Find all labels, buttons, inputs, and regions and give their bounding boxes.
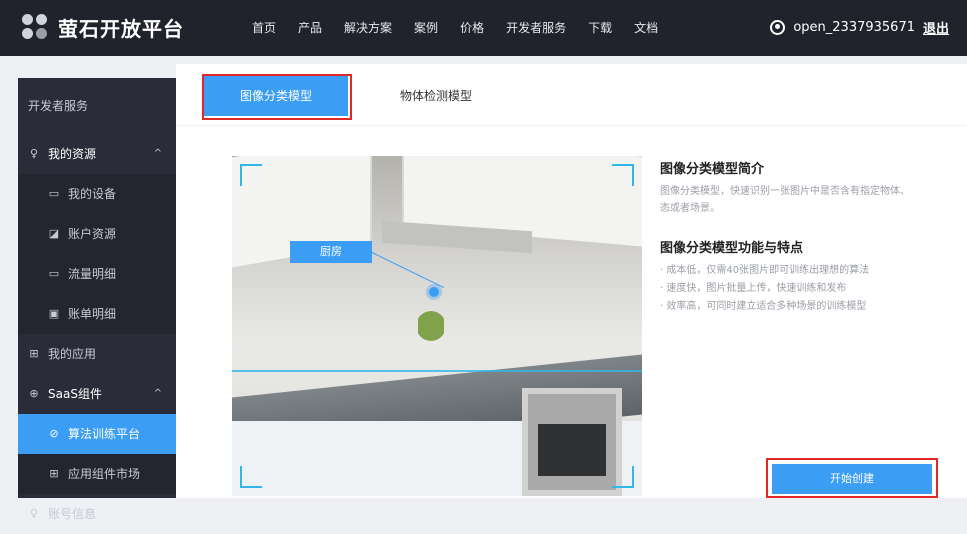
sidebar-item-algorithm-training[interactable]: ⊘ 算法训练平台 (18, 414, 176, 454)
logo-icon (20, 12, 50, 42)
caret-up-icon: ^ (153, 388, 162, 399)
features-title: 图像分类模型功能与特点 (660, 241, 804, 256)
brand-logo[interactable]: 萤石开放平台 (20, 12, 184, 42)
feature-item: · 速度快，图片批量上传，快速训练和发布 (660, 283, 847, 294)
sidebar-item-my-apps[interactable]: ⊞ 我的应用 (18, 334, 176, 374)
start-create-button[interactable]: 开始创建 (772, 464, 932, 494)
sidebar-item-label: 我的资源 (48, 147, 97, 161)
sidebar-item-my-devices[interactable]: ▭ 我的设备 (18, 174, 176, 214)
sidebar-item-bill-details[interactable]: ▣ 账单明细 (18, 294, 176, 334)
main-panel: 图像分类模型 物体检测模型 厨房 图像分类模型简介 图像分类模型，快速识别一张图… (176, 64, 967, 498)
sidebar-item-component-market[interactable]: ⊞ 应用组件市场 (18, 454, 176, 494)
intro-description: 图像分类模型，快速识别一张图片中是否含有指定物体、 态或者场景。 (660, 183, 967, 217)
sidebar-item-saas-components[interactable]: ⊕ SaaS组件 ^ (18, 374, 176, 414)
check-circle-icon: ⊘ (49, 427, 59, 440)
sidebar-title: 开发者服务 (28, 99, 89, 113)
globe-icon: ⊕ (29, 387, 39, 400)
sidebar-item-label: 我的应用 (48, 347, 97, 361)
sidebar-item-label: 算法训练平台 (68, 427, 141, 441)
tab-image-classification[interactable]: 图像分类模型 (204, 76, 348, 116)
top-navbar: 萤石开放平台 首页 产品 解决方案 案例 价格 开发者服务 下载 文档 open… (0, 0, 967, 56)
nav-download[interactable]: 下载 (588, 19, 612, 36)
sidebar-item-account-info[interactable]: ♀ 账号信息 (18, 494, 176, 534)
nav-cases[interactable]: 案例 (414, 19, 438, 36)
user-area: open_2337935671 退出 (770, 18, 949, 37)
grid-icon: ⊞ (49, 467, 59, 480)
monitor-icon: ▭ (48, 267, 60, 280)
target-dot (429, 287, 439, 297)
username[interactable]: open_2337935671 (793, 20, 915, 35)
content-area: 厨房 图像分类模型简介 图像分类模型，快速识别一张图片中是否含有指定物体、 态或… (204, 142, 967, 498)
grid-icon: ⊞ (29, 347, 39, 360)
caret-up-icon: ^ (153, 148, 162, 159)
sidebar-item-label: 我的设备 (68, 187, 117, 201)
sidebar-item-my-resources[interactable]: ♀ 我的资源 ^ (18, 134, 176, 174)
sidebar-item-label: 账户资源 (68, 227, 117, 241)
bill-icon: ▣ (48, 307, 60, 320)
info-panel: 图像分类模型简介 图像分类模型，快速识别一张图片中是否含有指定物体、 态或者场景… (660, 142, 967, 316)
nav-developer-services[interactable]: 开发者服务 (506, 19, 566, 36)
user-icon (770, 20, 786, 35)
sidebar: 开发者服务 ♀ 我的资源 ^ ▭ 我的设备 ◪ 账户资源 ▭ 流量明细 ▣ 账单… (18, 78, 176, 521)
chart-icon: ◪ (48, 227, 60, 240)
sidebar-item-label: 流量明细 (68, 267, 117, 281)
detection-frame (240, 164, 634, 488)
sidebar-item-account-resources[interactable]: ◪ 账户资源 (18, 214, 176, 254)
intro-title: 图像分类模型简介 (660, 162, 765, 177)
person-icon: ♀ (29, 147, 39, 160)
kitchen-image: 厨房 (232, 156, 642, 496)
nav-home[interactable]: 首页 (252, 19, 276, 36)
nav-products[interactable]: 产品 (298, 19, 322, 36)
sidebar-item-label: 账单明细 (68, 307, 117, 321)
nav-docs[interactable]: 文档 (634, 19, 658, 36)
intro-description-line: 图像分类模型，快速识别一张图片中是否含有指定物体、 (660, 186, 910, 197)
sidebar-item-traffic-details[interactable]: ▭ 流量明细 (18, 254, 176, 294)
person-icon: ♀ (29, 507, 39, 520)
logout-link[interactable]: 退出 (923, 18, 949, 37)
sidebar-item-label: 应用组件市场 (68, 467, 141, 481)
main-nav: 首页 产品 解决方案 案例 价格 开发者服务 下载 文档 (252, 19, 658, 36)
sidebar-item-label: SaaS组件 (48, 387, 102, 401)
nav-solutions[interactable]: 解决方案 (344, 19, 392, 36)
monitor-icon: ▭ (48, 187, 60, 200)
brand-name: 萤石开放平台 (58, 16, 184, 41)
tab-bar: 图像分类模型 物体检测模型 (176, 64, 967, 126)
sidebar-item-label: 账号信息 (48, 507, 97, 521)
intro-description-line: 态或者场景。 (660, 203, 720, 214)
tab-object-detection[interactable]: 物体检测模型 (376, 76, 496, 116)
features-list: · 成本低，仅需40张图片即可训练出理想的算法 · 速度快，图片批量上传，快速训… (660, 262, 967, 316)
feature-item: · 效率高，可同时建立适合多种场景的训练模型 (660, 301, 867, 312)
feature-item: · 成本低，仅需40张图片即可训练出理想的算法 (660, 265, 870, 276)
nav-pricing[interactable]: 价格 (460, 19, 484, 36)
classification-tag: 厨房 (290, 241, 372, 263)
